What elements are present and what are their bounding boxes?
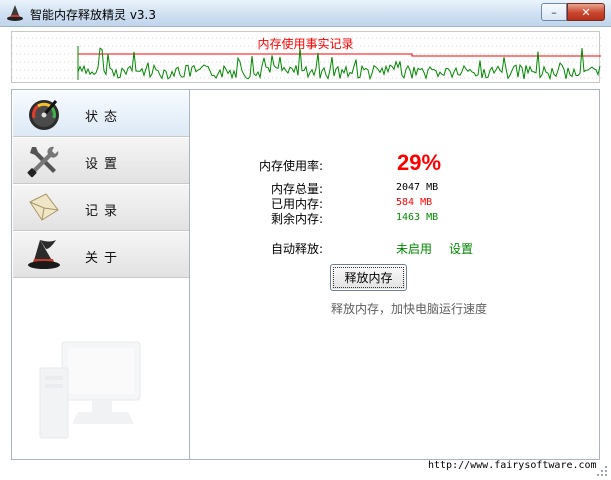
sidebar-item-about[interactable]: 关于 <box>13 232 189 278</box>
website-link[interactable]: http://www.fairysoftware.com <box>428 460 597 471</box>
graph-reference-line <box>78 53 601 57</box>
close-button[interactable]: ✕ <box>567 3 605 21</box>
auto-release-status: 未启用 <box>396 242 433 256</box>
title-bar: 智能内存释放精灵 v3.3 – ✕ <box>0 0 611 27</box>
total-memory-value: 2047 MB <box>396 182 439 193</box>
envelope-icon <box>29 193 59 221</box>
free-memory-value: 1463 MB <box>396 212 439 223</box>
wizard-hat-icon <box>28 240 60 269</box>
memory-usage-graph: 内存使用事实记录 <box>11 31 601 83</box>
window-title: 智能内存释放精灵 v3.3 <box>30 8 157 22</box>
speedometer-icon <box>29 100 59 130</box>
close-icon: ✕ <box>581 5 591 19</box>
computer-icon <box>39 341 141 439</box>
used-memory-value: 584 MB <box>396 197 433 208</box>
status-panel: 内存使用率: 29% 内存总量: 2047 MB 已用内存: 584 MB 剩余… <box>191 90 599 459</box>
usage-value: 29% <box>397 150 442 175</box>
sidebar-item-label: 关于 <box>85 251 124 266</box>
graph-usage-trace <box>77 47 601 81</box>
free-memory-label: 剩余内存: <box>270 212 323 226</box>
resize-grip-icon[interactable] <box>596 465 608 477</box>
graph-title: 内存使用事实记录 <box>257 37 354 51</box>
minimize-icon: – <box>551 5 557 19</box>
usage-label: 内存使用率: <box>258 159 323 173</box>
sidebar: 状态 设置 记录 关于 <box>12 90 190 459</box>
wizard-hat-icon <box>7 5 23 21</box>
sidebar-item-settings[interactable]: 设置 <box>13 138 189 184</box>
tools-icon <box>27 146 59 178</box>
minimize-button[interactable]: – <box>541 3 567 21</box>
release-hint: 释放内存，加快电脑运行速度 <box>331 302 488 316</box>
sidebar-item-records[interactable]: 记录 <box>13 185 189 231</box>
sidebar-item-label: 设置 <box>85 157 124 172</box>
sidebar-item-label: 状态 <box>85 110 124 125</box>
auto-release-label: 自动释放: <box>270 242 323 256</box>
auto-release-settings-link[interactable]: 设置 <box>449 240 473 257</box>
sidebar-item-label: 记录 <box>85 204 124 219</box>
release-memory-button[interactable]: 释放内存 <box>330 264 407 291</box>
main-frame: 状态 设置 记录 关于 内存使用率: 29% 内存总量: 2047 MB 已用内… <box>11 89 600 460</box>
sidebar-item-status[interactable]: 状态 <box>13 91 189 137</box>
